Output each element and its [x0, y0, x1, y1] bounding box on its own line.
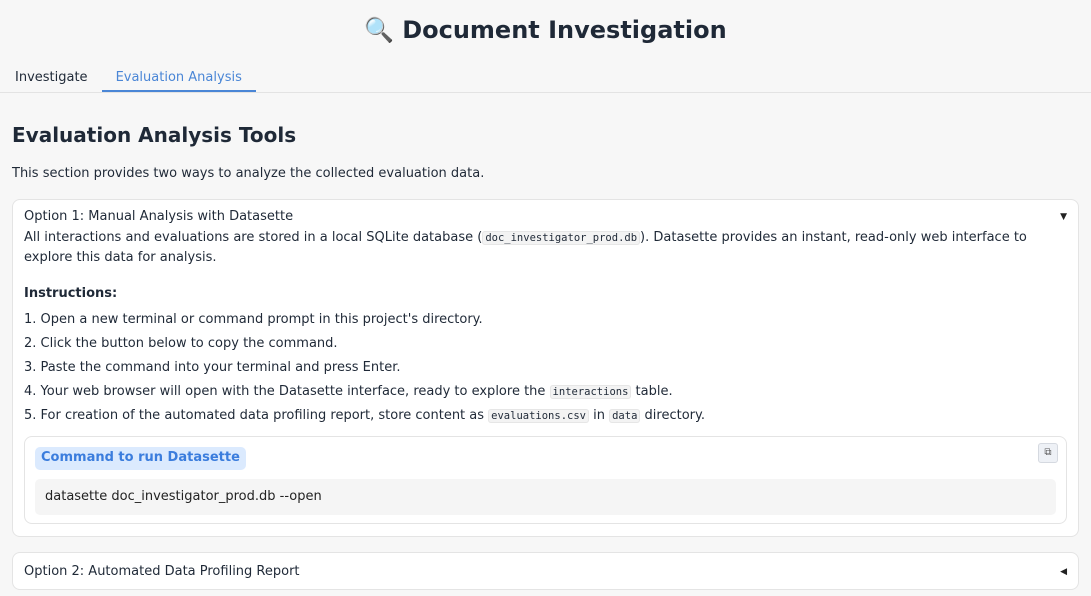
instructions-heading: Instructions:: [24, 286, 118, 301]
section-heading: Evaluation Analysis Tools: [12, 123, 297, 147]
step4-text-end: table.: [631, 384, 673, 399]
instructions-list: 1. Open a new terminal or command prompt…: [24, 308, 1067, 428]
accordion-option-2: Option 2: Automated Data Profiling Repor…: [12, 552, 1079, 590]
instruction-step-4: 4. Your web browser will open with the D…: [24, 380, 1067, 404]
accordion-option-1-title: Option 1: Manual Analysis with Datasette: [24, 209, 294, 224]
command-box: Command to run Datasette ⧉ datasette doc…: [24, 436, 1067, 524]
caret-left-icon: ◀: [1060, 566, 1067, 577]
page-title: 🔍 Document Investigation: [0, 0, 1091, 52]
step5-text-mid: in: [588, 408, 610, 423]
data-dir-code: data: [609, 409, 641, 423]
caret-down-icon: ▼: [1060, 211, 1067, 222]
page-title-text: Document Investigation: [402, 16, 727, 44]
desc-text-1: All interactions and evaluations are sto…: [24, 230, 483, 245]
step5-text-end: directory.: [640, 408, 705, 423]
step4-text: 4. Your web browser will open with the D…: [24, 384, 550, 399]
section-intro: This section provides two ways to analyz…: [12, 166, 485, 181]
command-label: Command to run Datasette: [35, 447, 246, 470]
magnifier-icon: 🔍: [364, 16, 395, 44]
tab-bar: Investigate Evaluation Analysis: [0, 64, 1091, 93]
instruction-step-2: 2. Click the button below to copy the co…: [24, 336, 338, 351]
db-name-code: doc_investigator_prod.db: [482, 231, 641, 245]
main-content: Evaluation Analysis Tools This section p…: [0, 93, 1091, 590]
accordion-option-2-title: Option 2: Automated Data Profiling Repor…: [24, 564, 300, 579]
accordion-option-1: Option 1: Manual Analysis with Datasette…: [12, 199, 1079, 537]
interactions-code: interactions: [549, 385, 632, 399]
instruction-step-3: 3. Paste the command into your terminal …: [24, 360, 401, 375]
tab-evaluation-analysis[interactable]: Evaluation Analysis: [101, 64, 256, 92]
accordion-option-1-body: All interactions and evaluations are sto…: [13, 224, 1078, 536]
app-root: 🔍 Document Investigation Investigate Eval…: [0, 0, 1091, 590]
tab-investigate[interactable]: Investigate: [12, 64, 102, 92]
option-1-description: All interactions and evaluations are sto…: [24, 228, 1067, 268]
copy-button[interactable]: ⧉: [1038, 443, 1058, 463]
accordion-option-2-header[interactable]: Option 2: Automated Data Profiling Repor…: [13, 553, 1078, 579]
accordion-option-1-header[interactable]: Option 1: Manual Analysis with Datasette…: [13, 200, 1078, 224]
instruction-step-1: 1. Open a new terminal or command prompt…: [24, 312, 483, 327]
step5-text: 5. For creation of the automated data pr…: [24, 408, 489, 423]
evaluations-csv-code: evaluations.csv: [488, 409, 589, 423]
copy-icon: ⧉: [1044, 447, 1052, 458]
instruction-step-5: 5. For creation of the automated data pr…: [24, 404, 1067, 428]
command-code[interactable]: datasette doc_investigator_prod.db --ope…: [35, 479, 1056, 515]
